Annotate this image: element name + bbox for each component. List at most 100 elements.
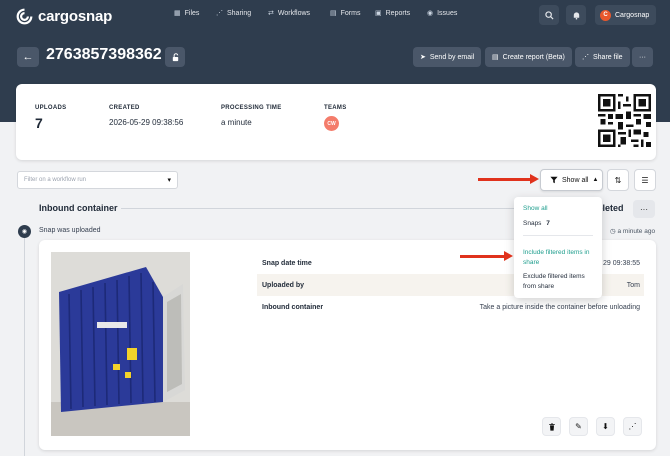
list-icon: ☰ bbox=[641, 175, 649, 185]
nav-files[interactable]: ▦ Files bbox=[174, 9, 200, 18]
send-icon: ➤ bbox=[420, 54, 426, 61]
file-info-card: UPLOADS 7 CREATED 2026-05-29 09:38:56 PR… bbox=[16, 84, 656, 160]
more-actions-button[interactable]: ··· bbox=[632, 47, 653, 67]
nav-reports-label: Reports bbox=[385, 9, 411, 17]
caret-down-icon: ▾ bbox=[167, 177, 171, 184]
share-icon: ⋰ bbox=[216, 10, 223, 17]
share-file-label: Share file bbox=[593, 53, 623, 61]
search-button[interactable] bbox=[539, 5, 559, 25]
uploads-label: UPLOADS bbox=[35, 105, 67, 111]
nav-reports[interactable]: ▣ Reports bbox=[375, 9, 411, 18]
send-email-button[interactable]: ➤ Send by email bbox=[413, 47, 482, 67]
filter-icon bbox=[550, 176, 558, 184]
nav-workflows[interactable]: ⇄ Workflows bbox=[268, 9, 311, 18]
back-button[interactable]: ← bbox=[17, 47, 39, 67]
page-title: 2763857398362 bbox=[46, 46, 162, 63]
pencil-icon: ✎ bbox=[575, 422, 582, 431]
workflow-filter-select[interactable]: Filter on a workflow run ▾ bbox=[17, 171, 178, 189]
timeline-line bbox=[24, 236, 25, 456]
qr-code[interactable] bbox=[598, 94, 651, 147]
dropdown-snaps[interactable]: Snaps 7 bbox=[523, 220, 550, 227]
dropdown-divider bbox=[523, 235, 593, 236]
files-icon: ▦ bbox=[174, 10, 181, 17]
share-snap-button[interactable]: ⋰ bbox=[623, 417, 642, 436]
processing-value: a minute bbox=[221, 118, 252, 127]
cargosnap-logo[interactable]: cargosnap bbox=[16, 6, 112, 26]
show-all-dropdown: Show all Snaps 7 Include filtered items … bbox=[514, 197, 602, 298]
sort-button[interactable]: ⇅ bbox=[607, 169, 629, 191]
nav-issues[interactable]: ◉ Issues bbox=[427, 9, 458, 18]
annotation-arrow-1 bbox=[478, 174, 539, 184]
dropdown-include-filtered[interactable]: Include filtered items in share bbox=[523, 248, 589, 268]
team-badge[interactable]: CW bbox=[324, 116, 339, 131]
download-icon: ⬇ bbox=[602, 422, 609, 431]
nav-issues-label: Issues bbox=[437, 9, 458, 17]
forms-icon: ▤ bbox=[330, 10, 337, 17]
unlock-button[interactable] bbox=[165, 47, 185, 67]
snap-photo[interactable] bbox=[51, 252, 190, 436]
snap-row-value: 29 09:38:55 bbox=[603, 259, 640, 267]
workflow-filter-placeholder: Filter on a workflow run bbox=[24, 177, 87, 183]
nav-sharing-label: Sharing bbox=[227, 9, 252, 17]
list-view-button[interactable]: ☰ bbox=[634, 169, 656, 191]
user-avatar: C bbox=[600, 9, 611, 21]
camera-icon: ◉ bbox=[18, 225, 31, 238]
dropdown-exclude-line1: Exclude filtered items bbox=[523, 273, 585, 280]
annotation-arrow-2 bbox=[460, 251, 513, 261]
teams-label: TEAMS bbox=[324, 105, 347, 111]
create-report-label: Create report (Beta) bbox=[502, 53, 565, 61]
cargosnap-logo-icon bbox=[16, 8, 33, 24]
section-title: Inbound container bbox=[39, 203, 118, 213]
bell-icon bbox=[573, 11, 579, 20]
caret-up-icon: ▲ bbox=[592, 177, 599, 183]
download-button[interactable]: ⬇ bbox=[596, 417, 615, 436]
show-all-label: Show all bbox=[562, 176, 589, 184]
user-menu-button[interactable]: C Cargosnap bbox=[595, 5, 656, 25]
more-icon: ··· bbox=[639, 53, 646, 61]
section-more-button[interactable]: ··· bbox=[633, 200, 655, 218]
dropdown-exclude-filtered[interactable]: Exclude filtered items from share bbox=[523, 272, 585, 292]
issues-icon: ◉ bbox=[427, 10, 434, 17]
event-time: ◷ a minute ago bbox=[610, 227, 655, 235]
show-all-button[interactable]: Show all ▲ bbox=[540, 169, 603, 191]
nav-sharing[interactable]: ⋰ Sharing bbox=[216, 9, 252, 18]
dropdown-snaps-count: 7 bbox=[546, 220, 550, 227]
send-email-label: Send by email bbox=[429, 53, 475, 61]
teams-stat: TEAMS CW bbox=[324, 105, 347, 131]
snap-row-inbound-container: Inbound container Take a picture inside … bbox=[257, 296, 644, 318]
create-report-button[interactable]: ▤ Create report (Beta) bbox=[485, 47, 572, 67]
notifications-button[interactable] bbox=[566, 5, 586, 25]
search-icon bbox=[544, 10, 554, 20]
uploads-value: 7 bbox=[35, 115, 43, 131]
snap-row-key: Uploaded by bbox=[262, 281, 305, 289]
nav-files-label: Files bbox=[184, 9, 200, 17]
created-stat: CREATED 2026-05-29 09:38:56 bbox=[109, 105, 183, 127]
created-label: CREATED bbox=[109, 105, 140, 111]
created-value: 2026-05-29 09:38:56 bbox=[109, 118, 184, 127]
arrow-left-icon: ← bbox=[22, 51, 34, 63]
snap-row-key: Snap date time bbox=[262, 259, 312, 267]
share-icon: ⋰ bbox=[628, 422, 637, 431]
unlock-icon bbox=[172, 52, 178, 61]
delete-button[interactable] bbox=[542, 417, 561, 436]
nav-forms[interactable]: ▤ Forms bbox=[330, 9, 361, 18]
processing-label: PROCESSING TIME bbox=[221, 105, 282, 111]
report-icon: ▤ bbox=[492, 54, 499, 61]
nav-forms-label: Forms bbox=[340, 9, 361, 17]
edit-button[interactable]: ✎ bbox=[569, 417, 588, 436]
dropdown-include-line2: share bbox=[523, 259, 540, 266]
event-time-text: a minute ago bbox=[617, 228, 656, 235]
share-file-button[interactable]: ⋰ Share file bbox=[575, 47, 630, 67]
reports-icon: ▣ bbox=[375, 10, 382, 17]
processing-stat: PROCESSING TIME a minute bbox=[221, 105, 282, 127]
share-file-icon: ⋰ bbox=[582, 54, 589, 61]
brand-name: cargosnap bbox=[38, 7, 113, 25]
dropdown-include-line1: Include filtered items in bbox=[523, 249, 590, 256]
nav-workflows-label: Workflows bbox=[277, 9, 311, 17]
user-name: Cargosnap bbox=[615, 11, 650, 19]
event-text: Snap was uploaded bbox=[39, 227, 101, 234]
more-icon: ··· bbox=[640, 204, 648, 214]
dropdown-show-all[interactable]: Show all bbox=[523, 205, 548, 212]
dropdown-exclude-line2: from share bbox=[523, 283, 555, 290]
uploads-stat: UPLOADS 7 bbox=[35, 105, 66, 131]
